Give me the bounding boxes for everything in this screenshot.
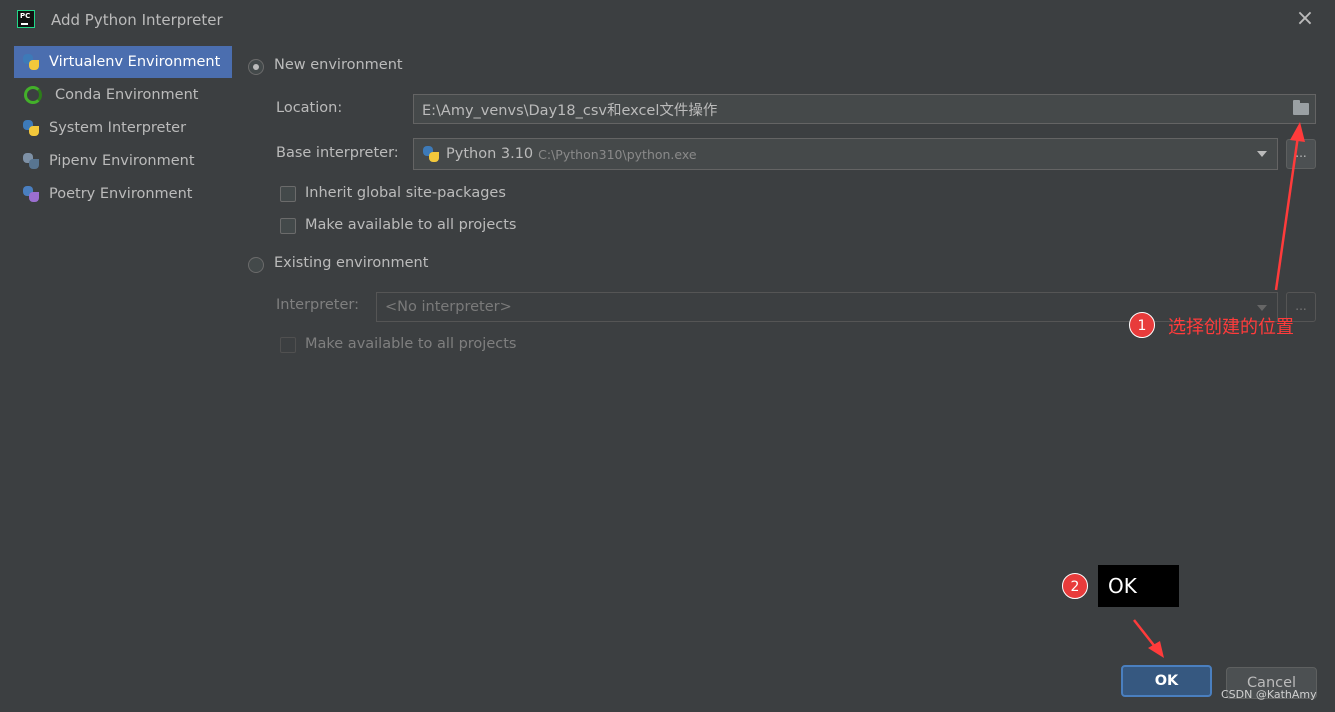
ok-button[interactable]: OK — [1121, 665, 1212, 697]
annotation-text-1: 选择创建的位置 — [1168, 317, 1294, 338]
annotation-ok-tip: OK — [1098, 565, 1179, 607]
watermark: CSDN @KathAmy — [1221, 688, 1317, 701]
annotation-badge-2: 2 — [1062, 573, 1088, 599]
arrow-to-location-icon — [1274, 122, 1305, 291]
annotation-badge-1: 1 — [1129, 312, 1155, 338]
arrow-to-ok-button — [1133, 619, 1164, 658]
